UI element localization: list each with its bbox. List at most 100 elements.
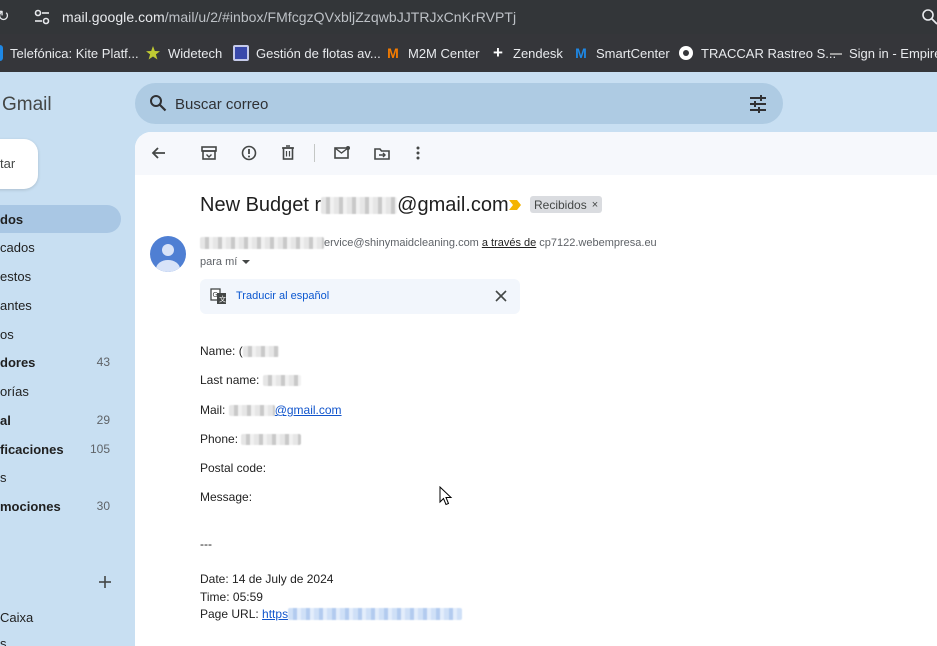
nav-item-inbox[interactable]: dos <box>0 205 121 233</box>
recipient-line[interactable]: para mí <box>200 256 251 268</box>
translate-icon: G 文 <box>210 288 226 304</box>
sender-line: ervice@shinymaidcleaning.com a través de… <box>200 237 657 249</box>
toolbar-divider <box>314 144 315 162</box>
sender-email: ervice@shinymaidcleaning.com <box>324 237 479 249</box>
bookmark-gestion-flotas[interactable]: Gestión de flotas av... <box>233 44 381 62</box>
zendesk-icon: + <box>493 43 503 62</box>
field-label: Mail: <box>200 403 226 417</box>
nav-item-starred[interactable]: cados <box>0 233 121 261</box>
subject-text-start: New Budget r <box>200 194 322 216</box>
bookmark-label: Sign in - Empire <box>849 45 937 61</box>
field-page-url: Page URL: https <box>200 607 463 621</box>
gmail-logo: Gmail <box>2 94 52 115</box>
field-mail: Mail: @gmail.com <box>200 403 342 417</box>
nav-count: 29 <box>96 413 110 427</box>
field-label: Page URL: <box>200 607 259 621</box>
close-icon[interactable] <box>494 289 508 303</box>
field-value: 14 de July de 2024 <box>232 572 334 586</box>
bookmark-telefonica[interactable]: Telefónica: Kite Platf... <box>0 44 139 62</box>
redacted-text <box>262 374 301 386</box>
field-phone: Phone: <box>200 432 302 446</box>
bookmark-widetech[interactable]: Widetech <box>145 44 222 62</box>
bookmark-zendesk[interactable]: + Zendesk <box>490 44 563 62</box>
bookmark-label: Widetech <box>168 45 223 61</box>
chevron-down-icon[interactable] <box>242 260 251 264</box>
nav-label: al <box>0 413 11 428</box>
nav-item-promotions[interactable]: mociones 30 <box>0 492 121 520</box>
importance-marker-icon[interactable] <box>508 198 522 212</box>
zoom-icon[interactable] <box>921 8 937 26</box>
nav-item-sent[interactable]: os <box>0 320 121 348</box>
back-icon[interactable] <box>150 144 168 162</box>
redacted-text <box>241 433 302 445</box>
nav-item-snoozed[interactable]: estos <box>0 262 121 290</box>
search-options-icon[interactable] <box>748 94 768 114</box>
compose-button[interactable]: tar <box>0 139 38 189</box>
url-path: /mail/u/2/#inbox/FMfcgzQVxbljZzqwbJJTRJx… <box>164 9 517 25</box>
star-icon <box>146 46 160 60</box>
nav-item-important[interactable]: antes <box>0 291 121 319</box>
page-url-link[interactable]: https <box>262 607 463 621</box>
search-bar[interactable] <box>135 83 783 124</box>
separator: --- <box>200 537 212 551</box>
redacted-text <box>321 197 398 214</box>
field-name: Name: ( <box>200 344 279 358</box>
remove-label-icon[interactable]: × <box>592 199 598 211</box>
nav-item-forums[interactable]: s <box>0 463 121 491</box>
field-label: Name: <box>200 344 236 358</box>
separator-text: --- <box>200 537 212 551</box>
subject-text-end: @gmail.com <box>397 194 509 216</box>
search-input[interactable] <box>175 94 735 114</box>
nav-label: s <box>0 470 7 485</box>
field-message: Message: <box>200 490 252 504</box>
nav-item-drafts[interactable]: dores 43 <box>0 348 121 376</box>
translate-link[interactable]: Traducir al español <box>236 290 329 302</box>
url-host: mail.google.com <box>62 9 165 25</box>
field-label: Postal code: <box>200 461 267 475</box>
redacted-text <box>200 237 324 249</box>
nav-item-categories[interactable]: orías <box>0 377 121 405</box>
bookmark-label: Gestión de flotas av... <box>256 45 381 61</box>
svg-text:G: G <box>213 291 218 299</box>
url-field[interactable]: mail.google.com/mail/u/2/#inbox/FMfcgzQV… <box>62 9 516 25</box>
movistar-icon: M <box>575 45 587 61</box>
mark-unread-icon[interactable] <box>333 144 351 162</box>
field-value: 05:59 <box>232 590 263 604</box>
report-spam-icon[interactable] <box>240 144 258 162</box>
bookmark-label: Telefónica: Kite Platf... <box>10 45 139 61</box>
bookmark-m2m-center[interactable]: M M2M Center <box>385 44 479 62</box>
via-domain: cp7122.webempresa.eu <box>539 237 657 249</box>
delete-icon[interactable] <box>279 144 297 162</box>
add-label-icon[interactable] <box>97 574 113 590</box>
nav-count: 105 <box>89 442 110 456</box>
site-settings-icon[interactable] <box>33 8 51 26</box>
nav-label: mociones <box>0 499 61 514</box>
field-time: Time: 05:59 <box>200 590 263 604</box>
label-item-caixa[interactable]: Caixa <box>0 610 33 625</box>
m2m-icon: M <box>387 45 399 61</box>
email-subject: New Budget r @gmail.com <box>200 194 509 217</box>
nav-item-social[interactable]: al 29 <box>0 406 121 434</box>
field-postal-code: Postal code: <box>200 461 266 475</box>
search-icon[interactable] <box>149 94 167 112</box>
via-link[interactable]: a través de <box>482 237 536 249</box>
field-label: Last name: <box>200 373 260 387</box>
mail-link[interactable]: @gmail.com <box>228 403 342 417</box>
bookmark-traccar[interactable]: TRACCAR Rastreo S... <box>678 44 836 62</box>
label-item-partial[interactable]: s <box>0 636 7 646</box>
sender-avatar[interactable] <box>150 236 186 272</box>
nav-label: cados <box>0 240 35 255</box>
bookmark-label: SmartCenter <box>596 45 670 61</box>
move-to-icon[interactable] <box>373 144 391 162</box>
reload-icon[interactable]: ↻ <box>0 7 10 27</box>
more-options-icon[interactable] <box>409 144 427 162</box>
bookmark-smartcenter[interactable]: M SmartCenter <box>573 44 670 62</box>
bookmarks-bar: Telefónica: Kite Platf... Widetech Gesti… <box>0 34 937 72</box>
nav-count: 43 <box>96 355 110 369</box>
message-toolbar <box>135 132 937 175</box>
nav-item-updates[interactable]: ficaciones 105 <box>0 435 121 463</box>
browser-address-bar: ↻ mail.google.com/mail/u/2/#inbox/FMfcgz… <box>0 0 937 34</box>
field-label: Time: <box>200 590 230 604</box>
archive-icon[interactable] <box>200 144 218 162</box>
bookmark-empire[interactable]: Sign in - Empire <box>830 44 937 62</box>
